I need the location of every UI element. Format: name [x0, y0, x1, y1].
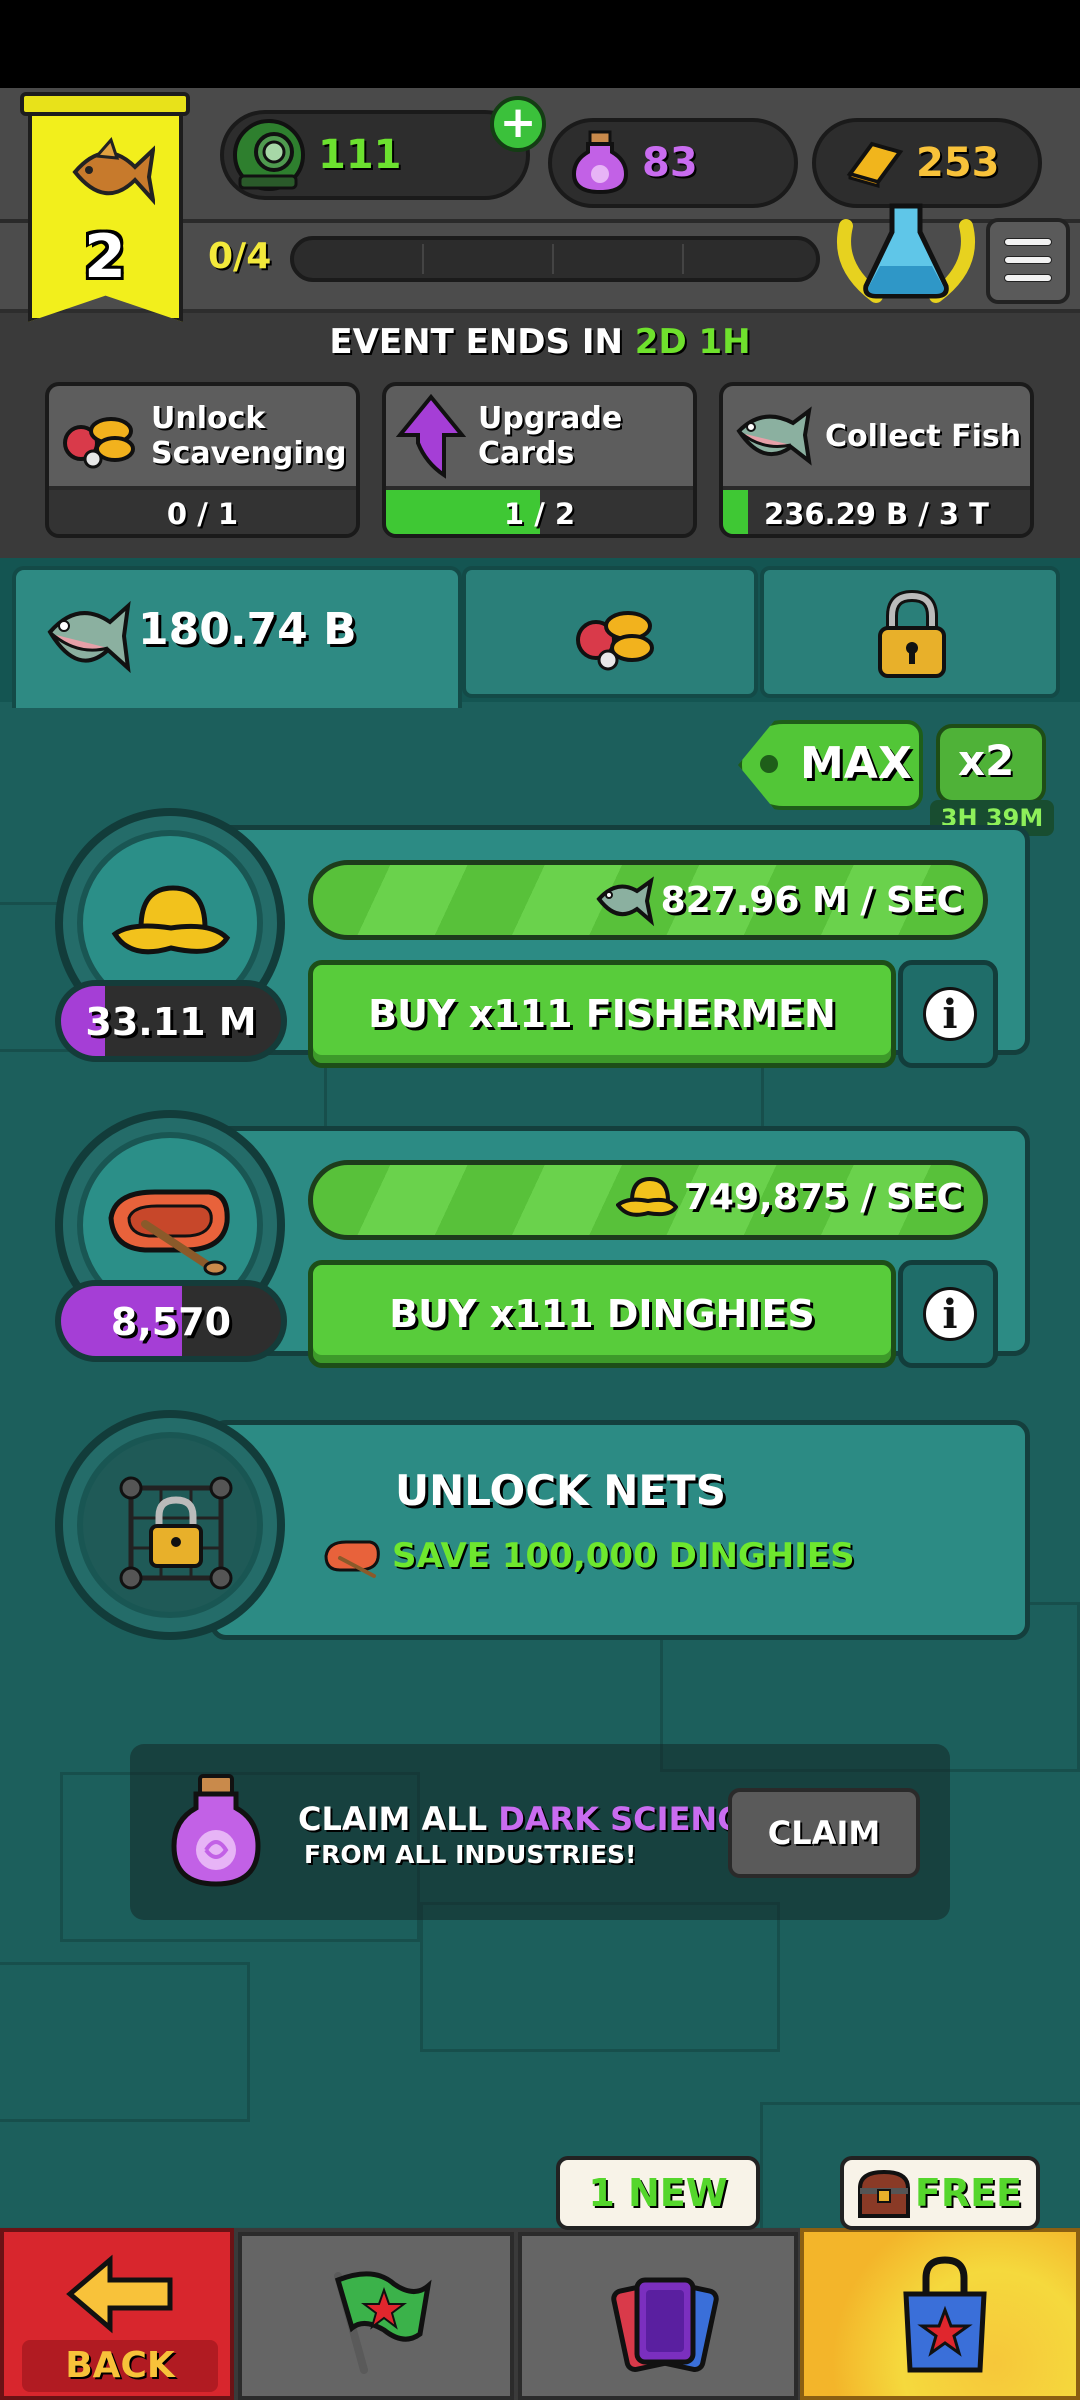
- max-indicator-dot: [760, 755, 778, 773]
- fish-icon: [595, 876, 654, 927]
- dinghy-icon: [324, 1540, 380, 1578]
- level-progress-bar: [290, 236, 820, 282]
- cards-new-badge: 1 NEW: [556, 2156, 760, 2230]
- nets-locked-portrait[interactable]: [55, 1410, 285, 1640]
- fish-resource-icon: [736, 406, 812, 466]
- dark-science-potion-icon: [571, 130, 629, 195]
- fishermen-rate-bar: 827.96 M / SEC: [308, 860, 988, 940]
- task-label: Unlock Scavenging: [151, 401, 347, 471]
- task-label: Upgrade Cards: [478, 401, 623, 471]
- fishermen-owned: 33.11 M: [55, 980, 287, 1062]
- task-label: Collect Fish: [825, 418, 1022, 454]
- shop-bag-icon: [903, 2256, 987, 2373]
- fish-icon: [72, 137, 155, 206]
- tab-scavenging[interactable]: [462, 566, 758, 698]
- flask-laurel-icon: [837, 203, 975, 303]
- task-progress-text: 1 / 2: [503, 497, 576, 531]
- locked-net-icon: [119, 1476, 233, 1590]
- event-timer: EVENT ENDS IN 2D 1H: [329, 322, 751, 362]
- x2-label: x2: [958, 736, 1015, 785]
- dinghies-owned: 8,570: [55, 1280, 287, 1362]
- gold-resource[interactable]: 253: [812, 118, 1042, 208]
- helmet-count: 111: [318, 132, 402, 178]
- claim-title: CLAIM ALL DARK SCIENCE: [298, 1800, 763, 1838]
- dark-science-potion-icon: [171, 1774, 261, 1887]
- dinghies-info-button[interactable]: i: [898, 1260, 998, 1368]
- nav-tab-shop[interactable]: [800, 2228, 1080, 2400]
- potion-resource[interactable]: 83: [548, 118, 798, 208]
- dinghies-rate-bar: 749,875 / SEC: [308, 1160, 988, 1240]
- tab-locked[interactable]: [760, 566, 1060, 698]
- shop-free-badge: FREE: [840, 2156, 1040, 2230]
- status-bar: [0, 0, 1080, 88]
- quest-progress: 0/4: [208, 236, 272, 277]
- task-progress-text: 236.29 B / 3 T: [764, 497, 989, 531]
- task-collect-fish[interactable]: Collect Fish 236.29 B / 3 T: [719, 382, 1034, 538]
- buy-fishermen-label: BUY x111 FISHERMEN: [368, 992, 836, 1036]
- upgrade-arrow-icon: [396, 393, 466, 479]
- unlock-nets-title: UNLOCK NETS: [395, 1466, 726, 1515]
- task-progress-text: 0 / 1: [166, 497, 239, 531]
- gold-bar-icon: [846, 141, 904, 188]
- potion-count: 83: [642, 140, 698, 186]
- buy-dinghies-label: BUY x111 DINGHIES: [389, 1292, 815, 1336]
- buy-dinghies-button[interactable]: BUY x111 DINGHIES: [308, 1260, 896, 1368]
- level-banner[interactable]: 2: [20, 92, 190, 322]
- fishermen-owned-count: 33.11 M: [85, 1000, 257, 1044]
- cards-icon: [611, 2277, 719, 2372]
- claim-subtitle: FROM ALL INDUSTRIES!: [304, 1840, 637, 1869]
- scavenging-loot-icon: [63, 417, 135, 469]
- fish-amount: 180.74 B: [138, 604, 357, 655]
- dinghy-icon: [108, 1189, 230, 1276]
- menu-button[interactable]: [986, 218, 1070, 304]
- helmet-resource[interactable]: 111: [220, 110, 530, 200]
- buy-fishermen-button[interactable]: BUY x111 FISHERMEN: [308, 960, 896, 1068]
- back-label: BACK: [22, 2340, 218, 2392]
- dinghies-owned-count: 8,570: [110, 1300, 232, 1344]
- info-icon: i: [923, 987, 977, 1041]
- lock-icon: [878, 590, 946, 678]
- flag-icon: [334, 2271, 432, 2374]
- research-flask-button[interactable]: [826, 196, 986, 306]
- max-label: MAX: [800, 738, 912, 789]
- add-helmets-button[interactable]: +: [490, 96, 546, 152]
- nets-locked-panel: [210, 1420, 1030, 1640]
- nav-tab-cards[interactable]: [518, 2232, 798, 2400]
- fish-tab-icon: [47, 600, 131, 674]
- scavenging-tab-icon: [576, 611, 654, 671]
- info-icon: i: [923, 1287, 977, 1341]
- gold-count: 253: [916, 140, 1000, 186]
- diving-helmet-icon: [233, 119, 305, 191]
- fishermen-info-button[interactable]: i: [898, 960, 998, 1068]
- menu-icon: [1004, 238, 1052, 246]
- fisherman-hat-icon: [615, 1176, 678, 1217]
- unlock-nets-requirement: SAVE 100,000 DINGHIES: [392, 1536, 855, 1576]
- fishermen-rate: 827.96 M / SEC: [660, 879, 963, 921]
- claim-button[interactable]: CLAIM: [728, 1788, 920, 1878]
- back-arrow-icon: [66, 2254, 173, 2334]
- level-number: 2: [84, 222, 126, 292]
- task-unlock-scavenging[interactable]: Unlock Scavenging 0 / 1: [45, 382, 360, 538]
- treasure-chest-icon: [858, 2169, 910, 2218]
- fisherman-hat-icon: [111, 885, 231, 955]
- task-upgrade-cards[interactable]: Upgrade Cards 1 / 2: [382, 382, 697, 538]
- dinghies-rate: 749,875 / SEC: [683, 1176, 963, 1218]
- nav-tab-map[interactable]: [238, 2232, 514, 2400]
